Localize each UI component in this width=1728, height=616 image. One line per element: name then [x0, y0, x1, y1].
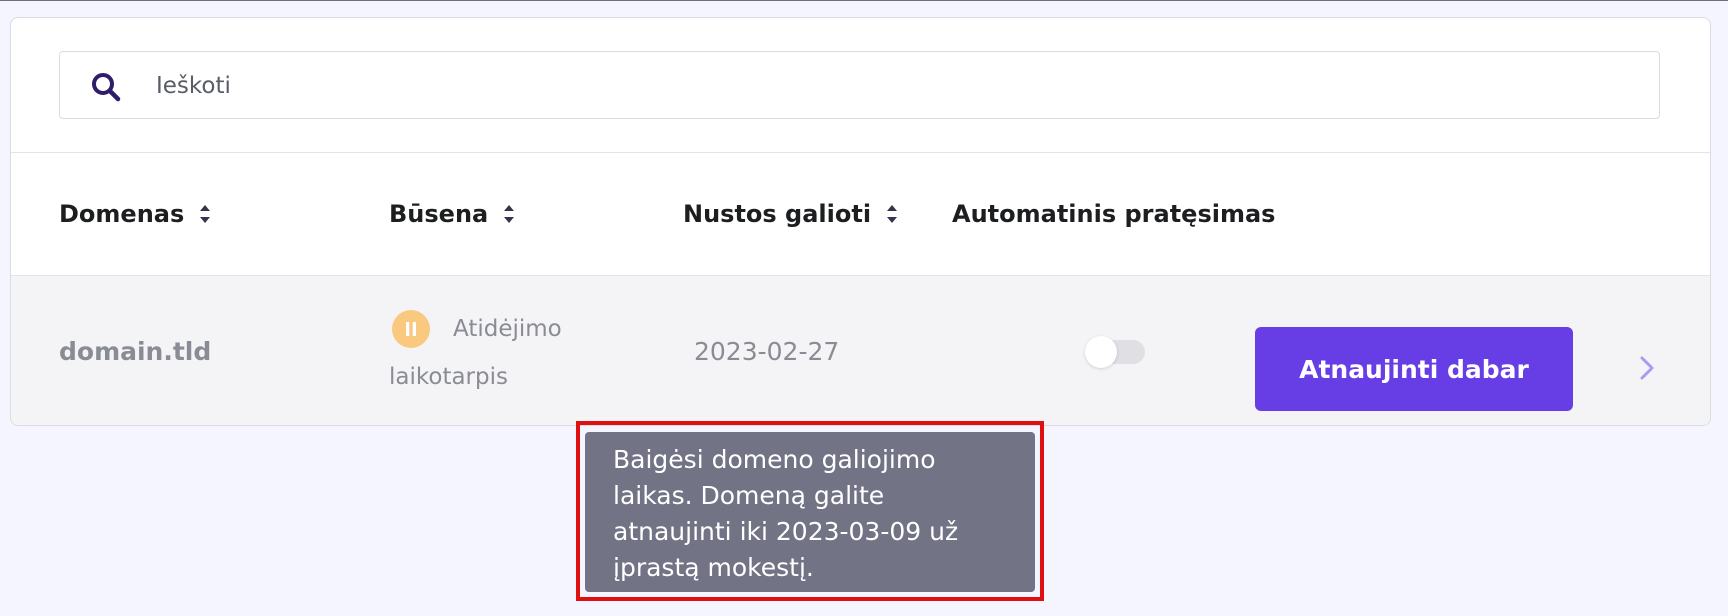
- search-icon: [92, 73, 121, 102]
- toggle-knob: [1085, 336, 1117, 368]
- search-section: [11, 18, 1710, 153]
- auto-renew-toggle[interactable]: [1085, 336, 1163, 368]
- status-tooltip: Baigėsi domeno galiojimo laikas. Domeną …: [585, 432, 1035, 592]
- sort-icon: [504, 205, 515, 223]
- search-box[interactable]: [59, 51, 1660, 119]
- tooltip-line: įprastą mokestį.: [613, 553, 814, 582]
- renew-now-button[interactable]: Atnaujinti dabar: [1255, 327, 1573, 411]
- search-input[interactable]: [156, 64, 1636, 108]
- column-header-auto-renew: Automatinis pratęsimas: [952, 153, 1275, 275]
- column-header-status[interactable]: Būsena: [389, 153, 516, 275]
- chevron-right-icon[interactable]: [1637, 353, 1657, 383]
- tooltip-line: atnaujinti iki 2023-03-09 už: [613, 517, 959, 546]
- column-header-domain[interactable]: Domenas: [59, 153, 212, 275]
- tooltip-line: Baigėsi domeno galiojimo: [613, 445, 936, 474]
- column-header-label: Būsena: [389, 200, 489, 228]
- top-border: [0, 0, 1728, 1]
- pause-icon: [392, 310, 430, 348]
- column-header-label: Nustos galioti: [683, 200, 872, 228]
- column-header-expires[interactable]: Nustos galioti: [683, 153, 899, 275]
- tooltip-line: laikas. Domeną galite: [613, 481, 885, 510]
- table-row[interactable]: domain.tld Atidėjimo laikotarpis 2023-02…: [11, 276, 1710, 425]
- table-header: Domenas Būsena Nustos galioti Automatini…: [11, 153, 1710, 275]
- domain-name[interactable]: domain.tld: [59, 276, 211, 425]
- column-header-label: Domenas: [59, 200, 185, 228]
- sort-icon: [887, 205, 898, 223]
- sort-icon: [200, 205, 211, 223]
- expiry-date: 2023-02-27: [694, 337, 840, 366]
- column-header-label: Automatinis pratęsimas: [952, 200, 1276, 228]
- status-text: Atidėjimo: [453, 316, 562, 342]
- domains-card: Domenas Būsena Nustos galioti Automatini…: [10, 17, 1711, 426]
- status-text: laikotarpis: [389, 364, 508, 390]
